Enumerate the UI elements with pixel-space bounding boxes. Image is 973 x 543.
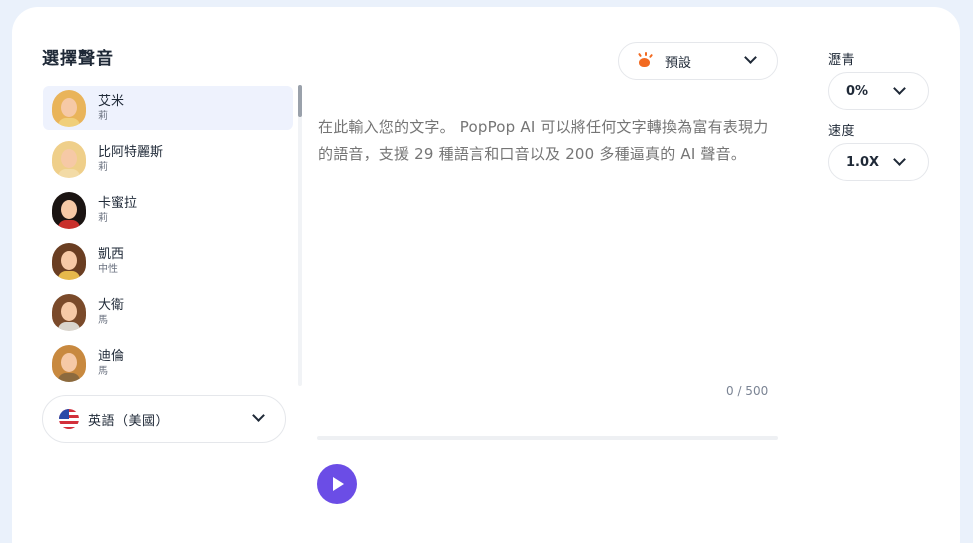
character-counter: 0 / 500 [726, 384, 769, 398]
voice-tag: 莉 [98, 110, 108, 122]
voice-name: 艾米 [98, 93, 125, 109]
voice-name: 比阿特麗斯 [98, 144, 164, 160]
speed-select[interactable]: 1.0X [828, 143, 929, 181]
text-input[interactable] [318, 114, 780, 194]
voice-tag: 馬 [98, 365, 108, 377]
voice-panel-title: 選擇聲音 [42, 49, 114, 69]
voice-list: 艾米莉比阿特麗斯莉卡蜜拉莉凱西 中性 大衛馬迪倫馬 [43, 86, 293, 386]
voice-avatar [50, 191, 88, 229]
speed-value: 1.0X [846, 154, 880, 170]
voice-tag: 中性 [98, 263, 118, 275]
preset-label: 預設 [665, 55, 692, 71]
voice-name: 迪倫 [98, 348, 125, 364]
voice-name: 凱西 [98, 246, 125, 262]
chevron-down-icon [893, 153, 906, 166]
pitch-label: 瀝青 [828, 53, 856, 68]
language-select[interactable]: 英語（美國） [42, 395, 286, 443]
pitch-value: 0% [846, 83, 869, 99]
voice-avatar [50, 242, 88, 280]
pitch-select[interactable]: 0% [828, 72, 929, 110]
speed-label: 速度 [828, 124, 856, 139]
voice-avatar [50, 89, 88, 127]
voice-avatar [50, 293, 88, 331]
chevron-down-icon [252, 409, 265, 422]
voice-avatar [50, 140, 88, 178]
voice-item[interactable]: 卡蜜拉莉 [43, 188, 293, 232]
chevron-down-icon [893, 82, 906, 95]
scrollbar-thumb[interactable] [298, 85, 302, 117]
language-label: 英語（美國） [88, 413, 170, 429]
preset-select[interactable]: 預設 [618, 42, 778, 80]
voice-item[interactable]: 凱西 中性 [43, 239, 293, 283]
us-flag-icon [59, 409, 79, 429]
voice-generator-card: 選擇聲音 艾米莉比阿特麗斯莉卡蜜拉莉凱西中性大衛馬迪倫馬 英語（美國） 預設 0… [12, 7, 960, 543]
voice-item[interactable]: 比阿特麗斯莉 [43, 137, 293, 181]
voice-item[interactable]: 迪倫馬 [43, 341, 293, 385]
voice-tag: 馬 [98, 314, 108, 326]
voice-item[interactable]: 大衛馬 [43, 290, 293, 334]
voice-name: 大衛 [98, 297, 125, 313]
voice-tag: 莉 [98, 212, 108, 224]
play-icon [333, 477, 344, 491]
play-button[interactable] [317, 464, 357, 504]
voice-list-scrollbar[interactable] [298, 85, 302, 386]
voice-name: 卡蜜拉 [98, 195, 138, 211]
chevron-down-icon [744, 51, 757, 64]
voice-item[interactable]: 艾米莉 [43, 86, 293, 130]
preset-sparkle-icon [637, 52, 654, 69]
playback-progress-bar[interactable] [317, 436, 778, 440]
voice-avatar [50, 344, 88, 382]
voice-tag: 莉 [98, 161, 108, 173]
